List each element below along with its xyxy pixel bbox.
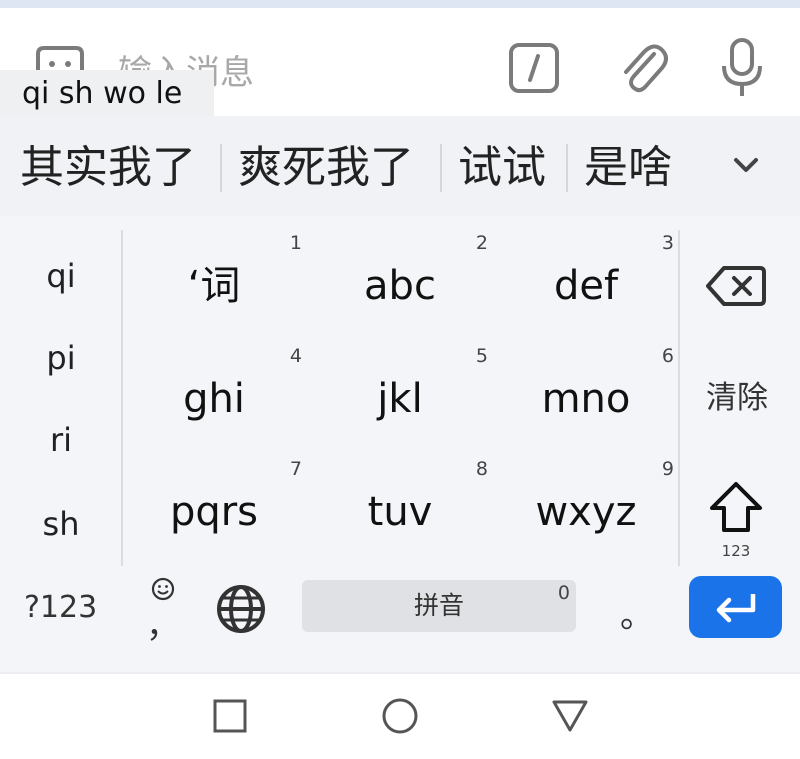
emoji-comma-key[interactable]: ，	[146, 576, 180, 646]
space-label: 拼音	[413, 591, 464, 620]
chevron-down-icon[interactable]	[722, 146, 770, 186]
column-divider	[678, 230, 680, 566]
key-3[interactable]: 3 def	[494, 230, 678, 342]
key-7[interactable]: 7 pqrs	[122, 456, 306, 568]
space-key[interactable]: 拼音 0	[302, 580, 576, 632]
candidate-4[interactable]: 是啥	[584, 140, 672, 196]
key-label: ‘词	[187, 263, 241, 309]
pinyin-option[interactable]: pi	[0, 336, 122, 380]
recents-square-icon[interactable]	[210, 696, 250, 736]
candidate-2[interactable]: 爽死我了	[238, 140, 414, 196]
key-label: abc	[364, 263, 436, 309]
pinyin-option[interactable]: ri	[0, 418, 122, 462]
backspace-icon[interactable]	[704, 262, 768, 310]
key-6[interactable]: 6 mno	[494, 343, 678, 455]
key-label: pqrs	[169, 489, 259, 535]
key-label: def	[553, 263, 619, 309]
key-label: mno	[541, 376, 631, 422]
clear-button[interactable]: 清除	[690, 378, 784, 418]
home-circle-icon[interactable]	[380, 696, 420, 736]
candidate-divider	[566, 144, 568, 192]
key-8[interactable]: 8 tuv	[308, 456, 492, 568]
key-hint: 8	[475, 458, 488, 480]
key-hint: 2	[475, 232, 488, 254]
composing-text: qi sh wo le	[0, 70, 214, 118]
candidate-divider	[440, 144, 442, 192]
symbols-button[interactable]: ?123	[24, 586, 97, 630]
key-2[interactable]: 2 abc	[308, 230, 492, 342]
candidate-3[interactable]: 试试	[458, 140, 546, 196]
status-strip	[0, 0, 800, 8]
key-hint: 7	[289, 458, 302, 480]
key-hint: 4	[289, 345, 302, 367]
key-hint: 9	[661, 458, 674, 480]
key-hint: 6	[661, 345, 674, 367]
key-5[interactable]: 5 jkl	[308, 343, 492, 455]
key-hint: 5	[475, 345, 488, 367]
command-icon[interactable]	[508, 42, 560, 94]
globe-icon[interactable]	[214, 582, 268, 636]
enter-icon	[716, 594, 756, 623]
candidate-bar: 其实我了 爽死我了 试试 是啥	[0, 116, 800, 216]
period-key[interactable]: 。	[620, 588, 654, 637]
keyboard: qi pi ri sh 1 ‘词 2 abc 3 def 4 ghi 5 jkl…	[0, 216, 800, 672]
comma-label: ，	[146, 606, 180, 646]
shift-arrow-icon[interactable]	[708, 480, 764, 536]
key-4[interactable]: 4 ghi	[122, 343, 306, 455]
key-label: tuv	[367, 489, 433, 535]
system-nav-bar	[0, 672, 800, 759]
microphone-icon[interactable]	[718, 36, 766, 100]
candidate-divider	[220, 144, 222, 192]
back-triangle-icon[interactable]	[550, 696, 590, 736]
pinyin-option[interactable]: qi	[0, 254, 122, 298]
key-label: jkl	[377, 376, 423, 422]
key-label: ghi	[183, 376, 245, 422]
key-hint: 3	[661, 232, 674, 254]
paperclip-icon[interactable]	[614, 38, 670, 98]
candidate-1[interactable]: 其实我了	[20, 140, 196, 196]
key-hint: 1	[289, 232, 302, 254]
key-label: wxyz	[535, 489, 637, 535]
pinyin-option[interactable]: sh	[0, 502, 122, 546]
shift-sub-label: 123	[721, 542, 751, 560]
enter-button[interactable]	[689, 576, 782, 638]
key-9[interactable]: 9 wxyz	[494, 456, 678, 568]
key-1[interactable]: 1 ‘词	[122, 230, 306, 342]
pinyin-options-column: qi pi ri sh	[0, 232, 122, 566]
space-hint: 0	[557, 582, 570, 604]
